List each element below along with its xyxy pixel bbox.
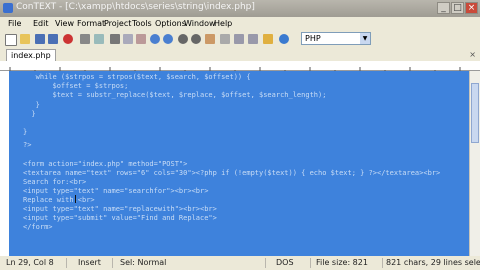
selection-mode: Sel: Normal <box>120 258 167 267</box>
code-line: while ($strpos = strpos($text, $search, … <box>23 73 251 81</box>
menu-view[interactable]: View <box>55 19 74 28</box>
chevron-down-icon[interactable]: ▼ <box>360 33 370 44</box>
code-line: <input type="submit" value="Find and Rep… <box>23 214 217 222</box>
copy-icon[interactable] <box>123 34 133 44</box>
status-divider <box>310 258 311 268</box>
code-line: <form action="index.php" method="POST"> <box>23 160 188 168</box>
status-divider <box>66 258 67 268</box>
close-button[interactable]: × <box>465 2 478 14</box>
minimize-button[interactable]: _ <box>437 2 450 14</box>
cut-icon[interactable] <box>110 34 120 44</box>
paste-icon[interactable] <box>136 34 146 44</box>
save-all-icon[interactable] <box>48 34 58 44</box>
vertical-scrollbar[interactable] <box>469 71 480 256</box>
code-line: } <box>23 110 36 118</box>
help-icon[interactable] <box>279 34 289 44</box>
cursor-position: Ln 29, Col 8 <box>6 258 54 267</box>
highlighter-select[interactable]: PHP ▼ <box>301 32 371 45</box>
status-divider <box>112 258 113 268</box>
tab-strip: index.php <box>0 48 480 62</box>
menu-format[interactable]: Format <box>77 19 105 28</box>
outdent-icon[interactable] <box>248 34 258 44</box>
file-size: File size: 821 <box>316 258 368 267</box>
save-icon[interactable] <box>35 34 45 44</box>
editor-gutter <box>0 71 9 256</box>
scrollbar-thumb[interactable] <box>471 83 479 143</box>
menu-project[interactable]: Project <box>104 19 131 28</box>
title-bar: ConTEXT - [C:\xampp\htdocs\series\string… <box>0 0 480 17</box>
code-editor[interactable]: while ($strpos = strpos($text, $search, … <box>9 71 469 256</box>
menu-help[interactable]: Help <box>214 19 232 28</box>
mouse-cursor-icon <box>75 195 76 203</box>
code-line: </form> <box>23 223 53 231</box>
toolbar <box>0 31 480 49</box>
code-line: ?> <box>23 141 32 149</box>
undo-icon[interactable] <box>150 34 160 44</box>
code-line: $offset = $strpos; <box>23 82 129 90</box>
app-icon <box>3 3 13 13</box>
code-line: <input type="text" name="replacewith"><b… <box>23 205 217 213</box>
new-file-icon[interactable] <box>5 34 17 46</box>
find-icon[interactable] <box>178 34 188 44</box>
indent-icon[interactable] <box>234 34 244 44</box>
selection-summary: 821 chars, 29 lines selected <box>386 258 480 267</box>
menu-options[interactable]: Options <box>155 19 186 28</box>
status-divider <box>382 258 383 268</box>
word-wrap-icon[interactable] <box>220 34 230 44</box>
code-line: <textarea name="text" rows="6" cols="30"… <box>23 169 441 177</box>
code-line: } <box>23 101 40 109</box>
app-window: ConTEXT - [C:\xampp\htdocs\series\string… <box>0 0 480 270</box>
menu-file[interactable]: File <box>8 19 21 28</box>
menu-tools[interactable]: Tools <box>132 19 152 28</box>
menu-window[interactable]: Window <box>184 19 216 28</box>
status-divider <box>265 258 266 268</box>
status-bar: Ln 29, Col 8 Insert Sel: Normal DOS File… <box>0 256 480 270</box>
close-file-icon[interactable] <box>63 34 73 44</box>
open-icon[interactable] <box>20 34 30 44</box>
maximize-button[interactable]: □ <box>451 2 464 14</box>
code-line: Replace with:<br> <box>23 196 95 204</box>
menu-bar: File Edit View Format Project Tools Opti… <box>0 17 480 31</box>
highlighter-value: PHP <box>305 34 321 43</box>
bookmark-icon[interactable] <box>263 34 273 44</box>
tab-close-icon[interactable]: × <box>469 50 476 59</box>
code-line: <input type="text" name="searchfor"><br>… <box>23 187 209 195</box>
window-title: ConTEXT - [C:\xampp\htdocs\series\string… <box>16 2 255 12</box>
find-next-icon[interactable] <box>191 34 201 44</box>
redo-icon[interactable] <box>163 34 173 44</box>
code-line: } <box>23 128 28 136</box>
replace-icon[interactable] <box>205 34 215 44</box>
preview-icon[interactable] <box>94 34 104 44</box>
code-line: Search for:<br> <box>23 178 87 186</box>
menu-edit[interactable]: Edit <box>33 19 49 28</box>
print-icon[interactable] <box>80 34 90 44</box>
code-line: $text = substr_replace($text, $replace, … <box>23 91 327 99</box>
ruler <box>0 61 480 76</box>
line-format: DOS <box>276 258 294 267</box>
insert-mode: Insert <box>78 258 101 267</box>
tab-label: index.php <box>11 51 51 60</box>
